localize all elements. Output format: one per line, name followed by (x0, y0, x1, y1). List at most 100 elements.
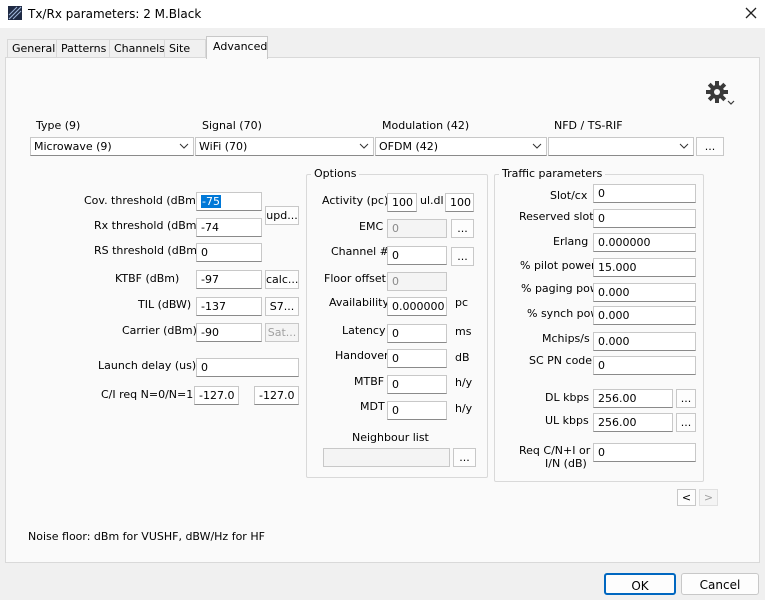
req-cn-input[interactable]: 0 (593, 443, 696, 462)
chevron-down-icon (359, 141, 369, 151)
tab-site[interactable]: Site (164, 39, 206, 58)
rx-threshold-label: Rx threshold (dBm) (94, 219, 201, 232)
activity-label: Activity (pc) (322, 194, 389, 207)
channel-label: Channel # (331, 245, 389, 258)
mchips-input[interactable]: 0.000 (593, 332, 696, 351)
carrier-input[interactable]: -90 (196, 323, 262, 342)
handover-unit: dB (455, 351, 470, 364)
reserved-slot-label: Reserved slot (519, 210, 594, 223)
emc-more-button[interactable]: ... (451, 219, 474, 238)
ul-kbps-more-button[interactable]: ... (676, 413, 696, 432)
mtbf-unit: h/y (455, 376, 473, 389)
traffic-group-title: Traffic parameters (499, 167, 606, 180)
ok-button[interactable]: OK (604, 573, 676, 595)
tab-general[interactable]: General (7, 39, 57, 58)
neighbour-more-button[interactable]: ... (453, 448, 476, 467)
gear-icon[interactable] (697, 74, 737, 110)
ktbf-input[interactable]: -97 (196, 270, 262, 289)
nfd-label: NFD / TS-RIF (554, 119, 623, 132)
carrier-label: Carrier (dBm) (122, 324, 197, 337)
emc-label: EMC (359, 220, 384, 233)
channel-more-button[interactable]: ... (451, 247, 474, 266)
activity-ul-input[interactable]: 100 (387, 193, 417, 212)
availability-input[interactable]: 0.000000 (387, 297, 447, 316)
prev-button[interactable]: < (677, 489, 696, 506)
cancel-button[interactable]: Cancel (681, 573, 759, 595)
mdt-unit: h/y (455, 402, 473, 415)
app-icon (8, 6, 22, 20)
chevron-down-icon (679, 141, 689, 151)
latency-unit: ms (455, 325, 472, 338)
til-input[interactable]: -137 (196, 297, 262, 316)
ktbf-label: KTBF (dBm) (115, 272, 180, 285)
availability-unit: pc (455, 296, 469, 309)
mtbf-label: MTBF (354, 375, 385, 388)
ci-req-label: C/I req N=0/N=1 (101, 388, 194, 401)
modulation-select-value: OFDM (42) (379, 140, 439, 153)
nfd-more-button[interactable]: ... (696, 137, 724, 156)
upd-button[interactable]: upd... (265, 206, 299, 225)
mtbf-input[interactable]: 0 (387, 375, 447, 394)
dl-kbps-more-button[interactable]: ... (676, 389, 696, 408)
calc-button[interactable]: calc... (265, 270, 299, 289)
cov-threshold-value: -75 (201, 195, 221, 208)
options-group-title: Options (311, 167, 360, 180)
ci-req-n0-input[interactable]: -127.0 (194, 386, 239, 405)
floor-offset-input[interactable]: 0 (387, 272, 447, 291)
neighbour-list-label: Neighbour list (352, 431, 429, 444)
ul-kbps-label: UL kbps (545, 414, 589, 427)
pilot-power-label: % pilot power (520, 259, 596, 272)
type-select-value: Microwave (9) (34, 140, 112, 153)
sc-pn-code-input[interactable]: 0 (593, 356, 696, 375)
floor-offset-label: Floor offset (324, 272, 386, 285)
latency-input[interactable]: 0 (387, 324, 447, 343)
modulation-select[interactable]: OFDM (42) (375, 137, 547, 156)
s7-button[interactable]: S7... (265, 297, 299, 316)
handover-label: Handover (335, 349, 389, 362)
noise-floor-note: Noise floor: dBm for VUSHF, dBW/Hz for H… (28, 530, 265, 543)
ul-kbps-input[interactable]: 256.00 (593, 413, 673, 432)
pilot-power-input[interactable]: 15.000 (593, 258, 696, 277)
tab-channels[interactable]: Channels (109, 39, 165, 58)
rs-threshold-input[interactable]: 0 (196, 243, 262, 262)
latency-label: Latency (342, 324, 386, 337)
availability-label: Availability (329, 296, 389, 309)
slot-cx-label: Slot/cx (550, 189, 588, 202)
sat-button[interactable]: Sat... (265, 323, 299, 342)
emc-input[interactable]: 0 (387, 219, 447, 238)
activity-ul-dl-label: ul.dl (420, 194, 444, 207)
mdt-input[interactable]: 0 (387, 401, 447, 420)
req-cn-label-line1: Req C/N+I or (519, 444, 591, 457)
handover-input[interactable]: 0 (387, 349, 447, 368)
signal-select[interactable]: WiFi (70) (195, 137, 374, 156)
tab-patterns[interactable]: Patterns (56, 39, 110, 58)
neighbour-list-input[interactable] (323, 448, 450, 467)
channel-input[interactable]: 0 (387, 246, 447, 265)
type-select[interactable]: Microwave (9) (30, 137, 194, 156)
erlang-input[interactable]: 0.000000 (593, 233, 696, 252)
erlang-label: Erlang (553, 235, 589, 248)
next-button[interactable]: > (699, 489, 718, 506)
chevron-down-icon (179, 141, 189, 151)
cov-threshold-label: Cov. threshold (dBm) (84, 194, 201, 207)
nfd-select[interactable] (548, 137, 694, 156)
launch-delay-input[interactable]: 0 (196, 358, 299, 377)
synch-pow-label: % synch pow (527, 307, 600, 320)
close-icon[interactable] (742, 3, 760, 23)
paging-pow-input[interactable]: 0.000 (593, 283, 696, 302)
paging-pow-label: % paging pow (521, 282, 599, 295)
ci-req-n1-input[interactable]: -127.0 (254, 386, 299, 405)
modulation-label: Modulation (42) (382, 119, 470, 132)
dl-kbps-input[interactable]: 256.00 (593, 389, 673, 408)
slot-cx-input[interactable]: 0 (593, 184, 696, 203)
reserved-slot-input[interactable]: 0 (593, 209, 696, 228)
cov-threshold-input[interactable]: -75 (196, 192, 262, 211)
launch-delay-label: Launch delay (us) (98, 359, 197, 372)
rx-threshold-input[interactable]: -74 (196, 218, 262, 237)
synch-pow-input[interactable]: 0.000 (593, 306, 696, 325)
mdt-label: MDT (360, 400, 385, 413)
activity-dl-input[interactable]: 100 (445, 193, 474, 212)
mchips-label: Mchips/s (542, 332, 590, 345)
signal-label: Signal (70) (202, 119, 262, 132)
tab-advanced[interactable]: Advanced (206, 36, 268, 59)
